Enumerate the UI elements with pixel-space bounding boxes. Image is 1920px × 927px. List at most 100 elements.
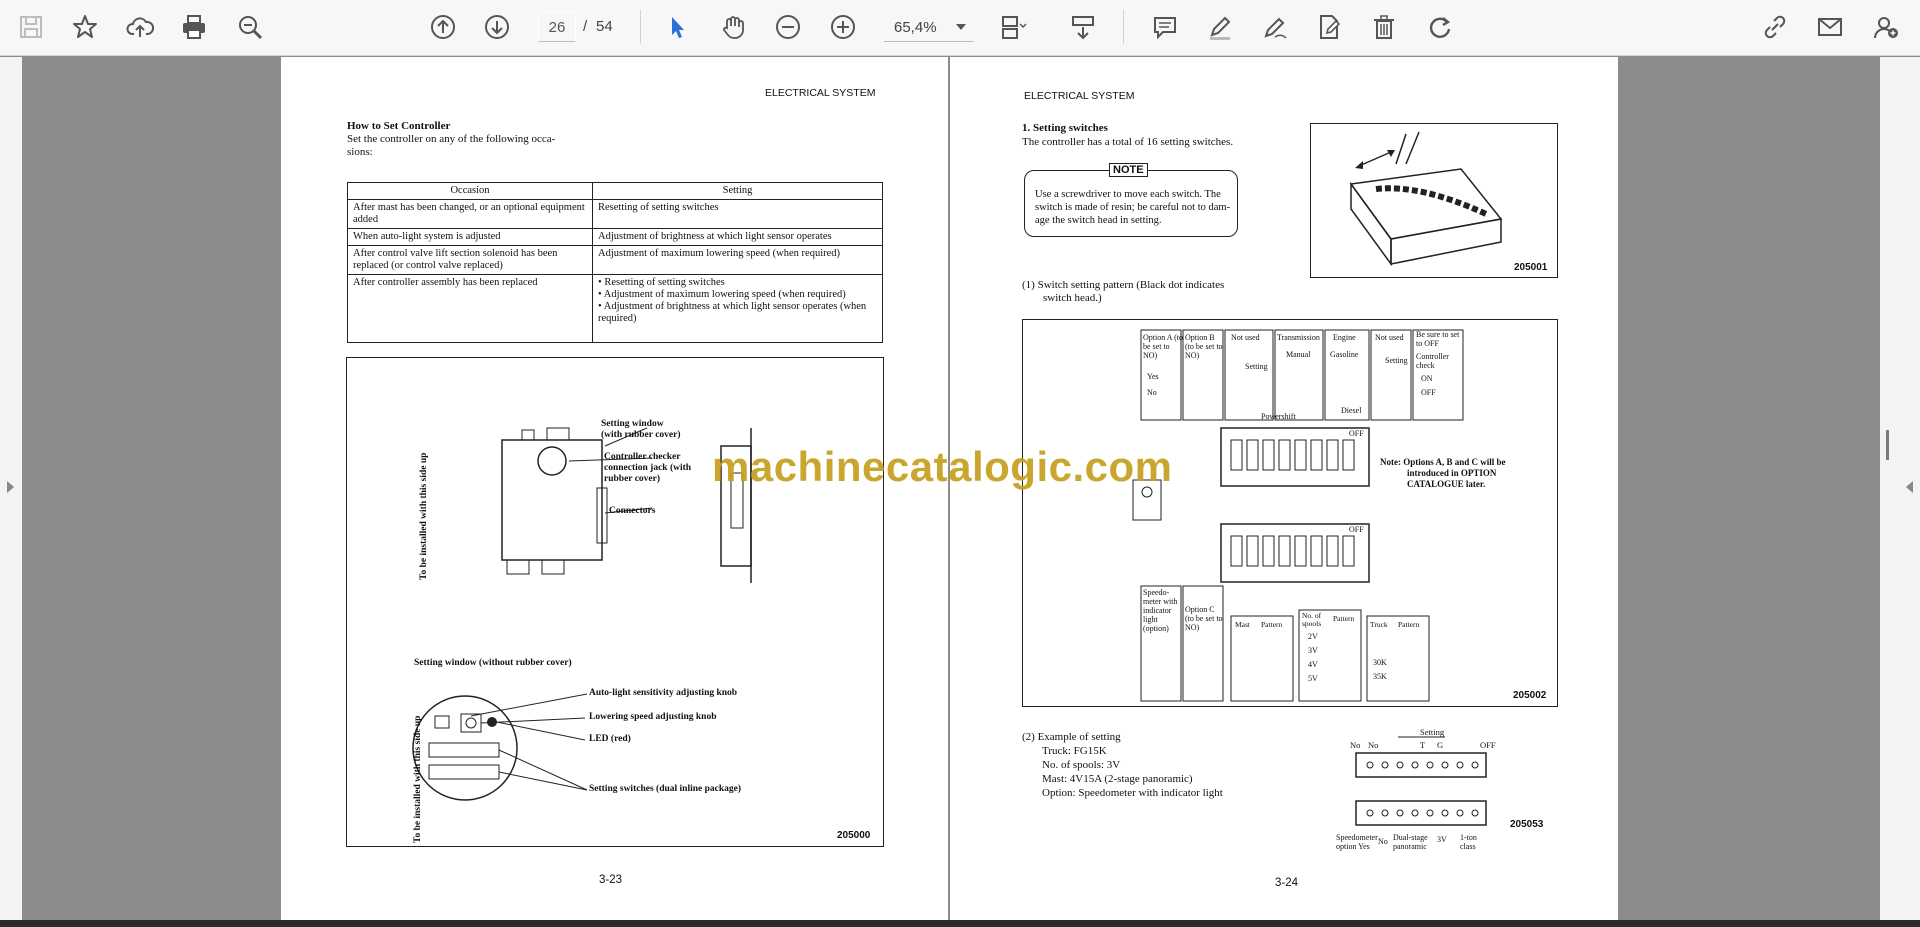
toolbar: / 54 65,4%	[0, 0, 1920, 56]
figure-label: Manual	[1286, 350, 1311, 359]
figure-label: Auto-light sensitivity adjusting knob	[589, 688, 738, 698]
scrollbar-thumb[interactable]	[1886, 430, 1889, 460]
expand-left-icon	[7, 481, 14, 493]
figure-label: Setting	[1245, 362, 1268, 371]
figure-label: Mast	[1235, 620, 1250, 629]
example-label: No	[1368, 740, 1379, 750]
list-item: Adjustment of brightness at which light …	[598, 301, 877, 325]
figure-label: Not used	[1375, 333, 1404, 342]
toolbar-divider	[1123, 10, 1124, 44]
figure-label: Option C (to be set to NO)	[1185, 605, 1223, 632]
share-link-icon[interactable]	[1756, 8, 1794, 46]
switch-pattern-drawing	[1132, 329, 1464, 702]
figure-label: Controller check	[1416, 352, 1449, 370]
edit-document-icon[interactable]	[1310, 8, 1348, 46]
section-title: 1. Setting switches	[1022, 122, 1108, 134]
figure-note: CATALOGUE later.	[1407, 479, 1486, 489]
figure-label: Not used	[1231, 333, 1260, 342]
zoom-in-icon[interactable]	[824, 8, 862, 46]
figure-label: Controller checker	[604, 452, 681, 462]
figure-label: Engine	[1333, 333, 1356, 342]
figure-label: Gasoline	[1330, 350, 1359, 359]
figure-value: 3V	[1308, 646, 1318, 655]
left-panel-toggle[interactable]	[0, 57, 22, 920]
example-text: (2) Example of setting	[1022, 731, 1121, 743]
zoom-out-icon[interactable]	[769, 8, 807, 46]
figure-label: (with rubber cover)	[601, 430, 681, 440]
comment-icon[interactable]	[1146, 8, 1184, 46]
figure-label: Option A (to be set to NO)	[1143, 333, 1184, 360]
example-label: Setting	[1420, 727, 1445, 737]
save-icon[interactable]	[12, 8, 50, 46]
section-text: The controller has a total of 16 setting…	[1022, 136, 1234, 148]
delete-trash-icon[interactable]	[1365, 8, 1403, 46]
total-pages: 54	[596, 18, 613, 35]
print-icon[interactable]	[175, 8, 213, 46]
select-cursor-icon[interactable]	[658, 8, 696, 46]
scroll-mode-icon[interactable]	[1064, 8, 1102, 46]
figure-label: LED (red)	[589, 734, 631, 744]
intro-text: sions:	[347, 146, 373, 158]
example-label: Dual-stage panoramic	[1393, 833, 1428, 851]
page-number-input[interactable]	[538, 12, 576, 42]
figure-value: 2V	[1308, 632, 1318, 641]
pattern-text: (1) Switch setting pattern (Black dot in…	[1022, 279, 1225, 291]
example-label: T	[1420, 740, 1426, 750]
expand-right-icon	[1906, 481, 1913, 493]
figure-label: Pattern	[1398, 620, 1420, 629]
section-title: How to Set Controller	[347, 120, 451, 132]
figure-label: connection jack (with	[604, 463, 692, 473]
previous-page-icon[interactable]	[424, 8, 462, 46]
figure-value: 5V	[1308, 674, 1318, 683]
figure-label: Setting window (without rubber cover)	[414, 658, 572, 668]
highlight-pen-icon[interactable]	[1201, 8, 1239, 46]
figure-label: Option B (to be set to NO)	[1185, 333, 1223, 360]
right-panel-toggle[interactable]	[1880, 57, 1920, 920]
bookmark-star-icon[interactable]	[66, 8, 104, 46]
table-header-row: Occasion Setting	[347, 182, 883, 200]
example-label: No	[1378, 837, 1388, 846]
figure-label: To be installed with this side up	[419, 452, 429, 580]
example-label: 3V	[1437, 835, 1447, 844]
table-cell: When auto-light system is adjusted	[347, 228, 593, 246]
figure-number: 205001	[1514, 262, 1548, 273]
table-cell: After control valve lift section solenoi…	[347, 245, 593, 275]
figure-number: 205000	[837, 830, 871, 841]
bottom-bar	[0, 920, 1920, 927]
example-text: No. of spools: 3V	[1042, 759, 1121, 771]
example-text: Mast: 4V15A (2-stage panoramic)	[1042, 773, 1193, 785]
figure-label: OFF	[1349, 429, 1364, 438]
figure-label: No	[1147, 388, 1157, 397]
note-label: NOTE	[1109, 163, 1148, 177]
note-text: age the switch head in setting.	[1035, 215, 1162, 226]
table-cell: Resetting of setting switches Adjustment…	[592, 274, 883, 343]
draw-pen-icon[interactable]	[1256, 8, 1294, 46]
table-row: After mast has been changed, or an optio…	[347, 199, 883, 229]
email-envelope-icon[interactable]	[1811, 8, 1849, 46]
zoom-dropdown[interactable]: 65,4%	[884, 12, 974, 42]
zoom-search-icon[interactable]	[231, 8, 269, 46]
next-page-icon[interactable]	[478, 8, 516, 46]
figure-label: To be installed with this side up	[413, 715, 423, 843]
hand-tool-icon[interactable]	[714, 8, 752, 46]
zoom-value: 65,4%	[894, 19, 937, 36]
table-cell: After mast has been changed, or an optio…	[347, 199, 593, 229]
redo-rotate-icon[interactable]	[1421, 8, 1459, 46]
example-text: Truck: FG15K	[1042, 745, 1107, 757]
table-cell: Resetting of setting switches	[592, 199, 883, 229]
example-label: 1-ton class	[1460, 833, 1477, 851]
fit-page-icon[interactable]	[994, 8, 1032, 46]
figure-label: Pattern	[1261, 620, 1283, 629]
figure-label: Transmission	[1277, 333, 1320, 342]
chevron-down-icon	[956, 24, 966, 30]
table-header: Setting	[592, 182, 883, 200]
figure-label: Truck	[1370, 620, 1388, 629]
add-user-icon[interactable]	[1867, 8, 1905, 46]
figure-label: Setting switches (dual inline package)	[589, 784, 742, 794]
figure-label: OFF	[1421, 388, 1436, 397]
table-cell: Adjustment of brightness at which light …	[592, 228, 883, 246]
table-cell: After controller assembly has been repla…	[347, 274, 593, 343]
page-number: 3-23	[599, 874, 623, 886]
list-item: Adjustment of maximum lowering speed (wh…	[598, 289, 877, 301]
upload-cloud-icon[interactable]	[121, 8, 159, 46]
